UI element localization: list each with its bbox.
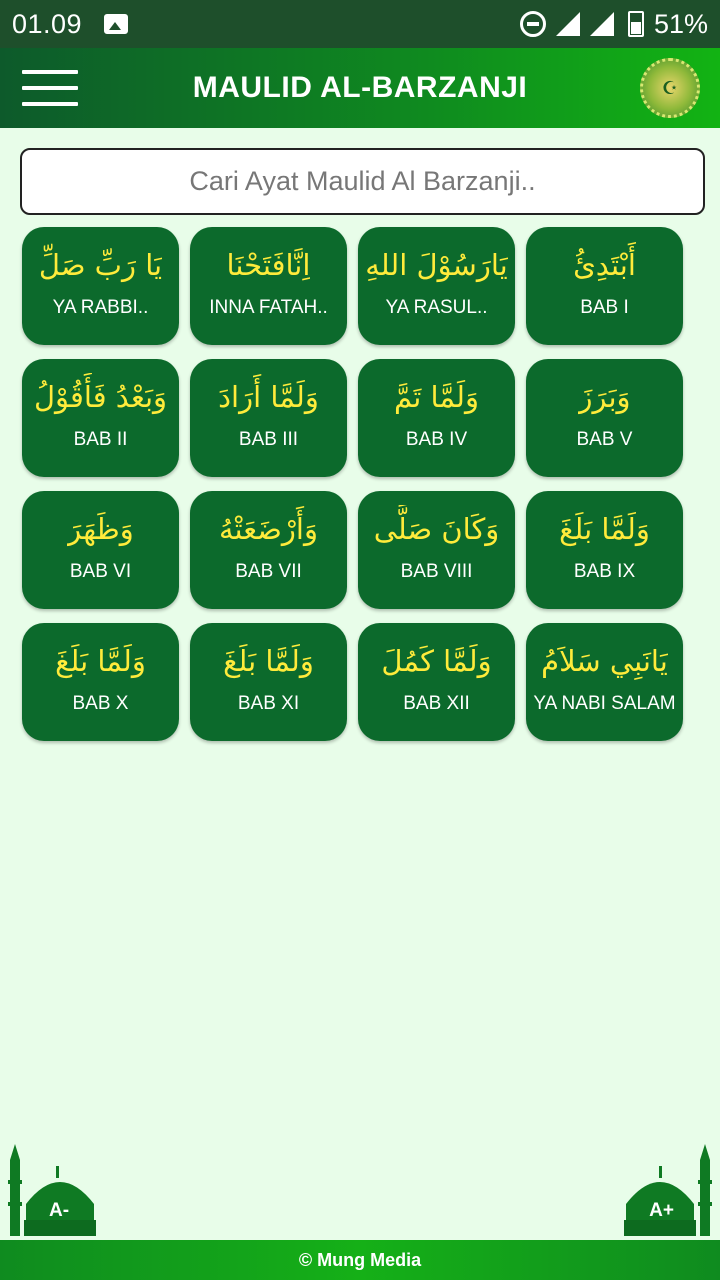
tile-label: BAB VII: [235, 561, 302, 582]
battery-icon: [627, 11, 644, 37]
status-time: 01.09: [12, 8, 83, 39]
app-title: MAULID AL-BARZANJI: [192, 71, 528, 104]
tile-label: BAB XI: [237, 693, 300, 714]
tile-arabic-text: وَلَمَّا بَلَغَ: [223, 644, 314, 678]
chapter-grid: يَا رَبِّ صَلِّ YA RABBI.. اِنَّافَتَحْنَا…: [22, 227, 684, 741]
signal-icon: [555, 12, 580, 36]
mosque-right-icon[interactable]: [616, 1140, 714, 1238]
tile-label: BAB XII: [403, 693, 470, 714]
hamburger-line: [22, 70, 78, 74]
dnd-icon: [519, 11, 546, 37]
hamburger-line: [22, 86, 78, 90]
chapter-tile[interactable]: وَلَمَّا بَلَغَ BAB XI: [190, 623, 347, 741]
mosque-left-icon[interactable]: [6, 1140, 104, 1238]
tile-arabic-text: وَلَمَّا بَلَغَ: [559, 512, 650, 546]
hamburger-menu-button[interactable]: [22, 70, 78, 106]
font-increase-button[interactable]: A+: [649, 1200, 674, 1222]
status-bar: 01.09 51%: [0, 0, 720, 48]
image-icon: [104, 14, 129, 34]
chapter-tile[interactable]: وَكَانَ صَلَّى BAB VIII: [358, 491, 515, 609]
chapter-tile[interactable]: وَأَرْضَعَتْهُ BAB VII: [190, 491, 347, 609]
tile-arabic-text: اِنَّافَتَحْنَا: [226, 248, 311, 282]
tile-arabic-text: وَبَعْدُ فَأَقُوْلُ: [33, 380, 168, 414]
chapter-tile[interactable]: وَظَهَرَ BAB VI: [22, 491, 179, 609]
chapter-tile[interactable]: يَا رَبِّ صَلِّ YA RABBI..: [22, 227, 179, 345]
chapter-tile[interactable]: وَلَمَّا بَلَغَ BAB IX: [526, 491, 683, 609]
tile-label: BAB V: [576, 429, 633, 450]
tile-arabic-text: وَبَرَزَ: [578, 380, 631, 414]
tile-arabic-text: يَا رَبِّ صَلِّ: [38, 248, 163, 282]
chapter-tile[interactable]: وَلَمَّا تَمَّ BAB IV: [358, 359, 515, 477]
app-bar: MAULID AL-BARZANJI ☪: [0, 48, 720, 128]
tile-label: BAB IV: [405, 429, 468, 450]
hamburger-line: [22, 102, 78, 106]
tile-arabic-text: أَبْتَدِئُ: [573, 248, 636, 282]
tile-label: YA NABI SALAM: [533, 693, 676, 714]
tile-label: YA RABBI..: [52, 297, 149, 318]
tile-label: BAB II: [73, 429, 128, 450]
tile-label: BAB X: [72, 693, 129, 714]
search-input[interactable]: [22, 150, 703, 213]
chapter-tile[interactable]: وَلَمَّا بَلَغَ BAB X: [22, 623, 179, 741]
tile-arabic-text: وَظَهَرَ: [67, 512, 134, 546]
footer-credit: © Mung Media: [298, 1249, 422, 1270]
chapter-tile[interactable]: وَبَرَزَ BAB V: [526, 359, 683, 477]
chapter-tile[interactable]: يَانَبِي سَلاَمُ YA NABI SALAM: [526, 623, 683, 741]
tile-arabic-text: وَلَمَّا تَمَّ: [393, 380, 480, 414]
chapter-tile[interactable]: وَلَمَّا كَمُلَ BAB XII: [358, 623, 515, 741]
footer: © Mung Media: [0, 1240, 720, 1280]
chapter-tile[interactable]: وَبَعْدُ فَأَقُوْلُ BAB II: [22, 359, 179, 477]
tile-arabic-text: وَلَمَّا بَلَغَ: [55, 644, 146, 678]
tile-arabic-text: وَأَرْضَعَتْهُ: [219, 512, 318, 546]
tile-arabic-text: وَلَمَّا أَرَادَ: [218, 380, 319, 414]
tile-label: BAB VIII: [400, 561, 473, 582]
tile-arabic-text: يَارَسُوْلَ اللهِ: [365, 248, 508, 282]
tile-label: BAB IX: [573, 561, 636, 582]
muhammad-logo-icon: ☪: [640, 58, 700, 118]
tile-label: BAB I: [580, 297, 629, 318]
font-decrease-button[interactable]: A-: [49, 1200, 69, 1222]
status-icons: 51%: [519, 8, 708, 40]
chapter-tile[interactable]: أَبْتَدِئُ BAB I: [526, 227, 683, 345]
chapter-tile[interactable]: يَارَسُوْلَ اللهِ YA RASUL..: [358, 227, 515, 345]
tile-label: BAB VI: [69, 561, 132, 582]
tile-label: YA RASUL..: [385, 297, 488, 318]
tile-label: INNA FATAH..: [209, 297, 328, 318]
battery-level: 51%: [653, 8, 708, 39]
tile-label: BAB III: [238, 429, 299, 450]
search-box: [20, 148, 705, 215]
chapter-tile[interactable]: وَلَمَّا أَرَادَ BAB III: [190, 359, 347, 477]
tile-arabic-text: وَلَمَّا كَمُلَ: [381, 644, 492, 678]
tile-arabic-text: وَكَانَ صَلَّى: [373, 512, 500, 546]
signal-icon-2: [589, 12, 614, 36]
chapter-tile[interactable]: اِنَّافَتَحْنَا INNA FATAH..: [190, 227, 347, 345]
tile-arabic-text: يَانَبِي سَلاَمُ: [541, 644, 668, 678]
